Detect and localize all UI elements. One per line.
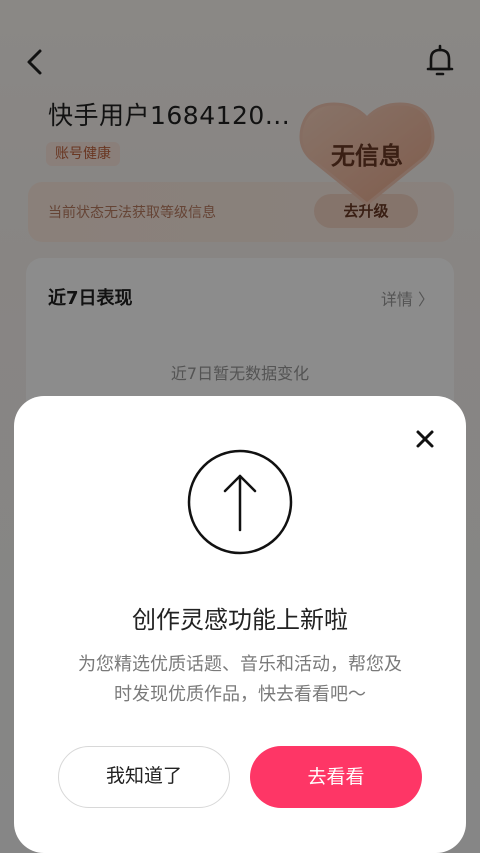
modal-description-line-2: 时发现优质作品，快去看看吧～ bbox=[114, 684, 366, 705]
close-button[interactable] bbox=[412, 426, 438, 452]
dismiss-button[interactable]: 我知道了 bbox=[58, 746, 230, 808]
feature-announcement-modal: 创作灵感功能上新啦 为您精选优质话题、音乐和活动，帮您及 时发现优质作品，快去看… bbox=[14, 396, 466, 853]
modal-description: 为您精选优质话题、音乐和活动，帮您及 时发现优质作品，快去看看吧～ bbox=[54, 650, 426, 710]
modal-description-line-1: 为您精选优质话题、音乐和活动，帮您及 bbox=[78, 654, 402, 675]
modal-title: 创作灵感功能上新啦 bbox=[132, 606, 348, 634]
arrow-up-circle-icon bbox=[187, 449, 293, 555]
go-see-button[interactable]: 去看看 bbox=[250, 746, 422, 808]
close-icon bbox=[416, 430, 434, 448]
